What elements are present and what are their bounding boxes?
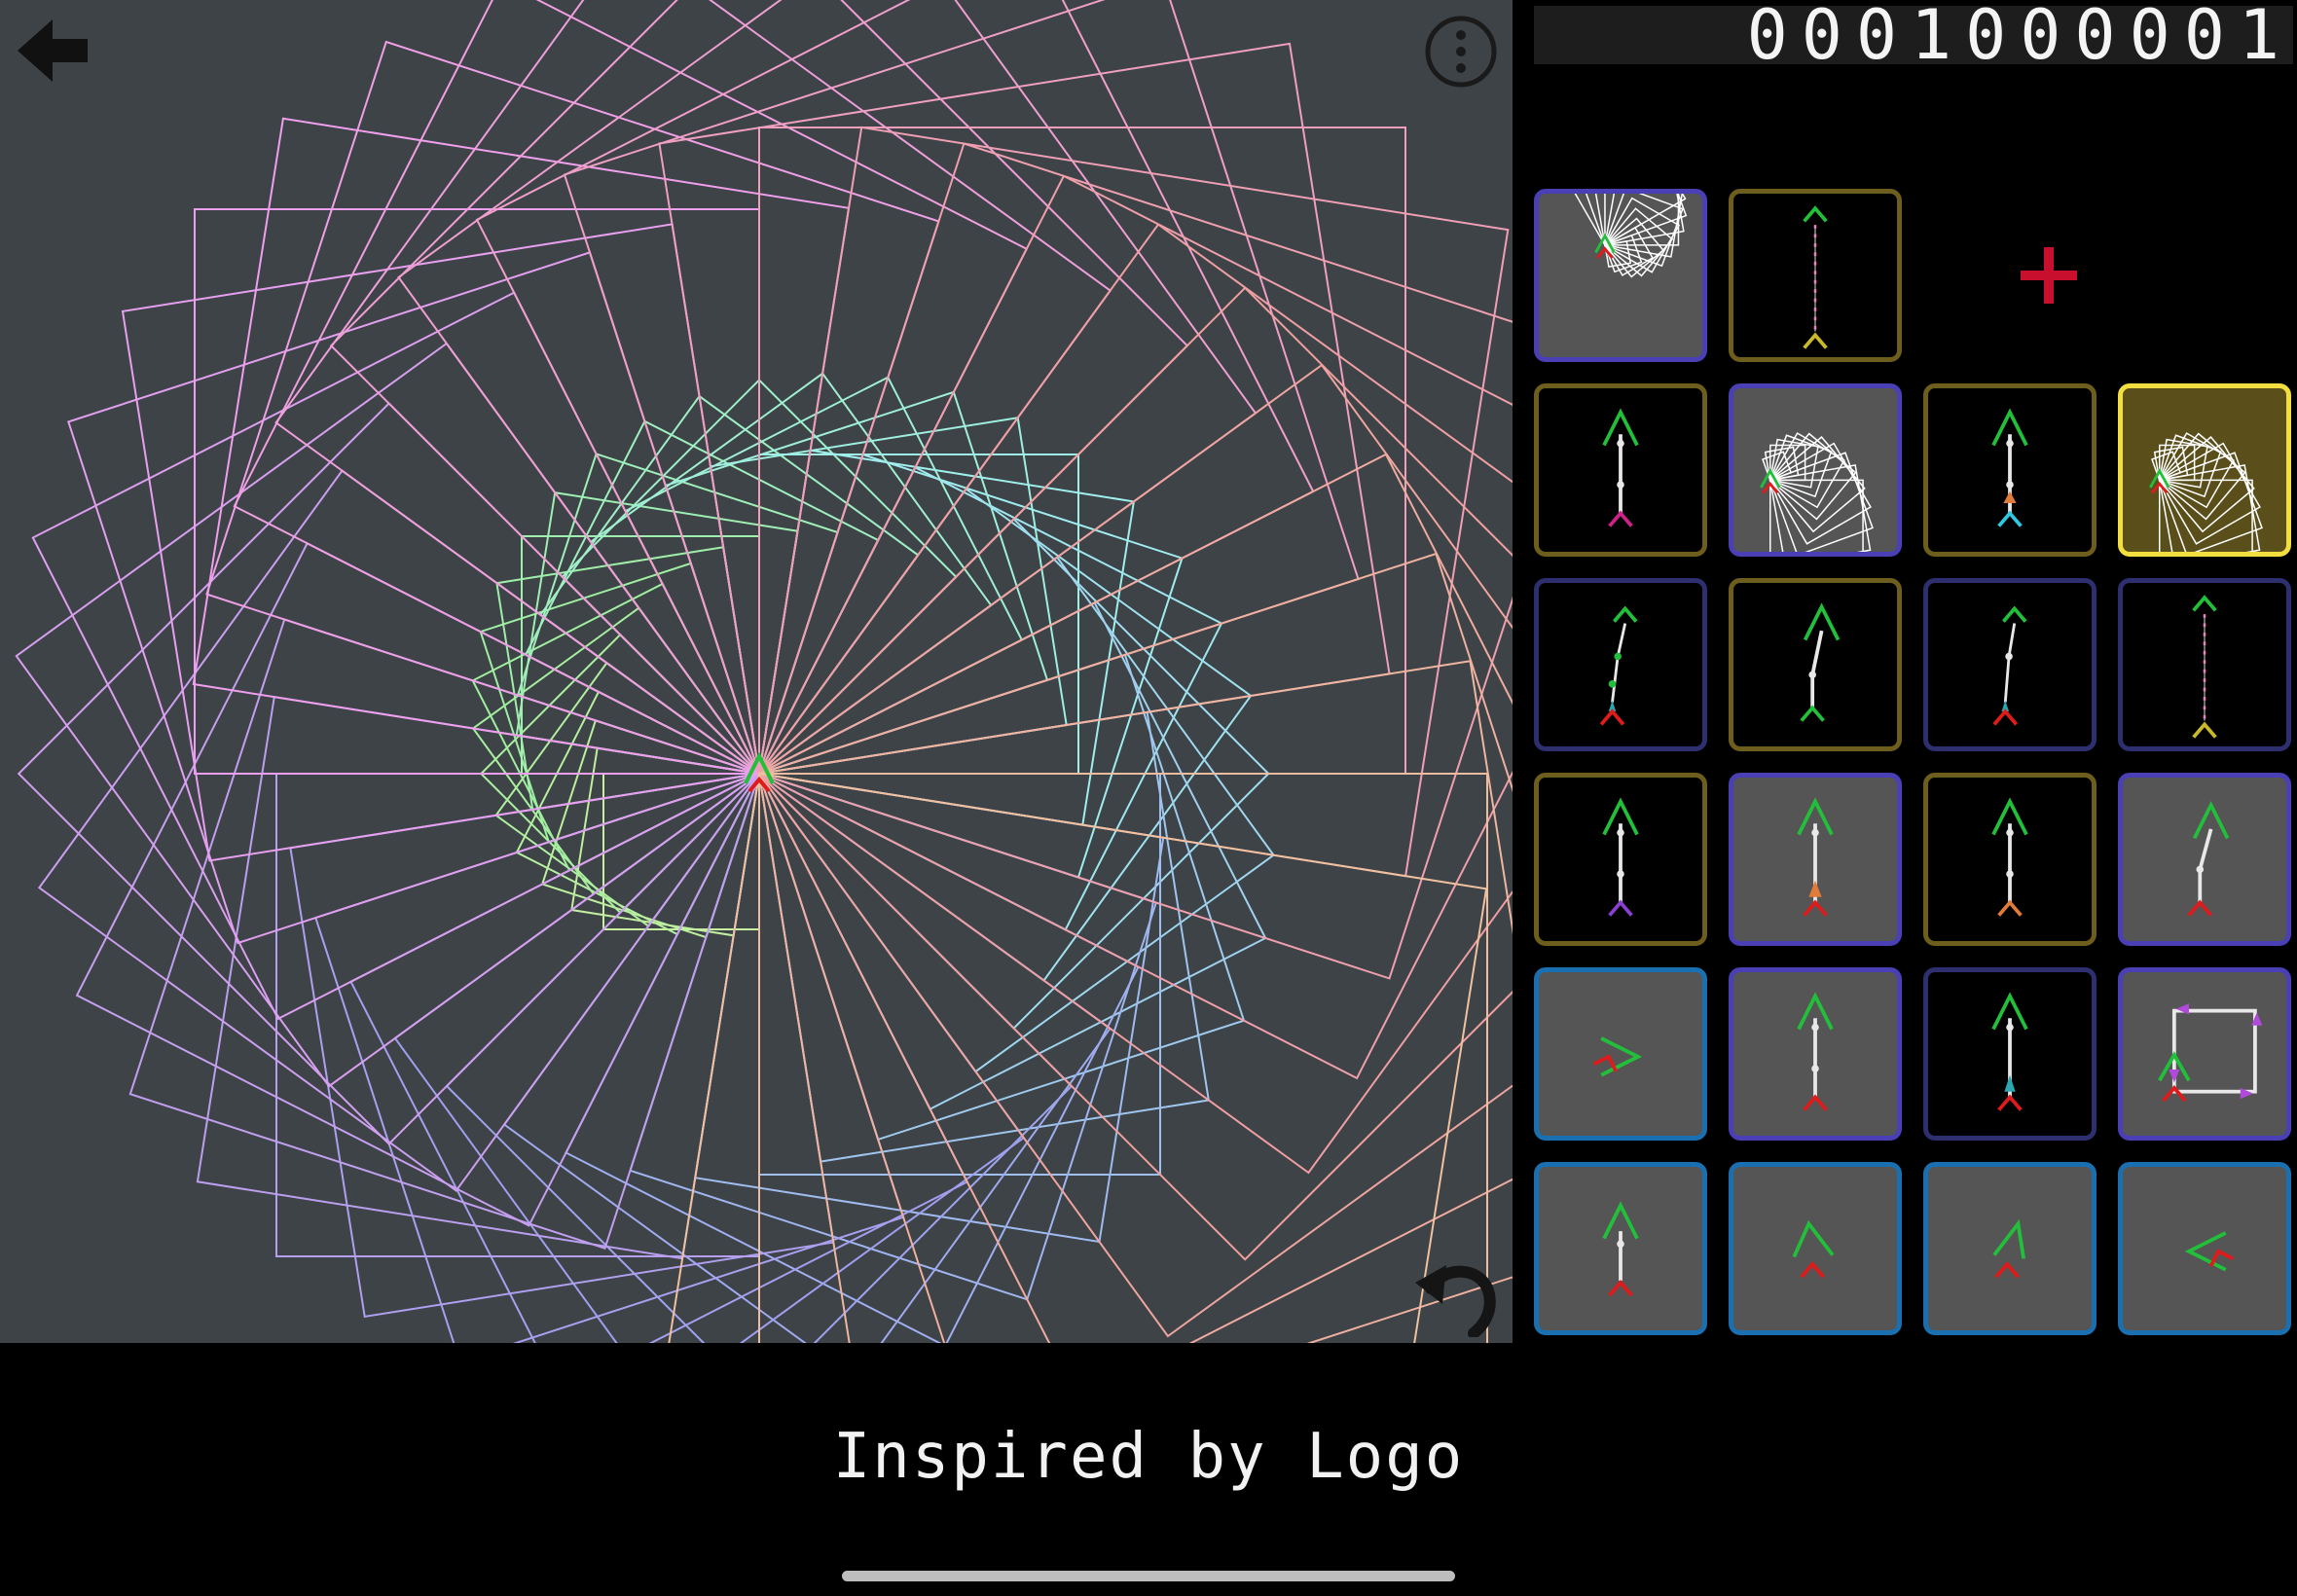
spiral-square [757, 363, 1513, 1338]
command-tile[interactable] [2118, 383, 2291, 557]
bend-icon [1599, 605, 1638, 726]
add-command-button[interactable] [1962, 189, 2135, 362]
spiral-squares-icon [1574, 194, 1688, 278]
command-tile[interactable] [1923, 1162, 2096, 1335]
forward-step-icon [1797, 797, 1834, 917]
more-options-button[interactable] [1423, 14, 1499, 90]
command-tile[interactable] [1534, 773, 1707, 946]
spiral-square [233, 0, 1029, 776]
plus-icon [2021, 247, 2077, 304]
bend-icon [2187, 801, 2230, 917]
command-tile[interactable] [1729, 773, 1902, 946]
spiral-square [393, 772, 1026, 1343]
square-path-icon [2158, 1003, 2263, 1103]
spiral-square [349, 772, 969, 1343]
command-tile[interactable] [1729, 189, 1902, 362]
undo-button[interactable] [1413, 1250, 1501, 1339]
command-tile[interactable] [1729, 1162, 1902, 1335]
command-tile[interactable] [1923, 578, 2096, 751]
command-tile[interactable] [1923, 383, 2096, 557]
back-arrow-icon [18, 19, 88, 82]
forward-step-icon [1602, 408, 1639, 527]
undo-icon [1415, 1265, 1496, 1339]
more-vertical-icon [1425, 16, 1497, 88]
command-tile[interactable] [2118, 773, 2291, 946]
forward-step-icon [1991, 408, 2028, 527]
bend-icon [1800, 602, 1841, 722]
command-tile[interactable] [1534, 189, 1707, 362]
spiral-square [314, 772, 905, 1343]
rotate-right-icon [1992, 1218, 2026, 1279]
turn-right-icon [1592, 1036, 1643, 1077]
spiral-square [758, 773, 1488, 1343]
command-tile[interactable] [2118, 578, 2291, 751]
forward-step-icon [1991, 797, 2028, 917]
dotted-line-icon [1803, 205, 1828, 349]
command-panel: 0001000001 [1513, 0, 2297, 1343]
rotate-left-icon [1792, 1219, 1835, 1279]
forward-step-icon [1991, 992, 2028, 1111]
spiral-square [757, 174, 1513, 1080]
command-tile[interactable] [1729, 383, 1902, 557]
command-tile[interactable] [2118, 967, 2291, 1141]
spiral-square [757, 660, 1513, 1343]
command-tile[interactable] [1729, 578, 1902, 751]
forward-step-icon [1602, 1201, 1639, 1297]
forward-step-icon [1797, 992, 1834, 1111]
command-tile[interactable] [1534, 383, 1707, 557]
square-spiral-icon [1760, 432, 1874, 552]
forward-step-icon [1602, 797, 1639, 917]
back-button[interactable] [14, 12, 91, 90]
home-indicator[interactable] [842, 1571, 1455, 1581]
command-tile[interactable] [1923, 967, 2096, 1141]
spiral-square [475, 0, 1315, 776]
dotted-line-icon [2192, 595, 2217, 739]
spiral-drawing [15, 0, 1513, 1343]
command-tile[interactable] [1534, 1162, 1707, 1335]
command-tile[interactable] [1923, 773, 2096, 946]
square-spiral-icon [2149, 432, 2263, 552]
step-counter: 0001000001 [1534, 6, 2293, 64]
drawing-canvas[interactable] [0, 0, 1513, 1343]
command-tile[interactable] [1534, 578, 1707, 751]
turn-left-icon [2184, 1231, 2235, 1272]
command-tile[interactable] [1534, 967, 1707, 1141]
spiral-square [563, 0, 1360, 776]
command-tile[interactable] [1729, 967, 1902, 1141]
spiral-square [757, 453, 1513, 1343]
caption-text: Inspired by Logo [832, 1421, 1465, 1493]
bend-icon [1992, 605, 2027, 726]
command-tile[interactable] [2118, 1162, 2291, 1335]
